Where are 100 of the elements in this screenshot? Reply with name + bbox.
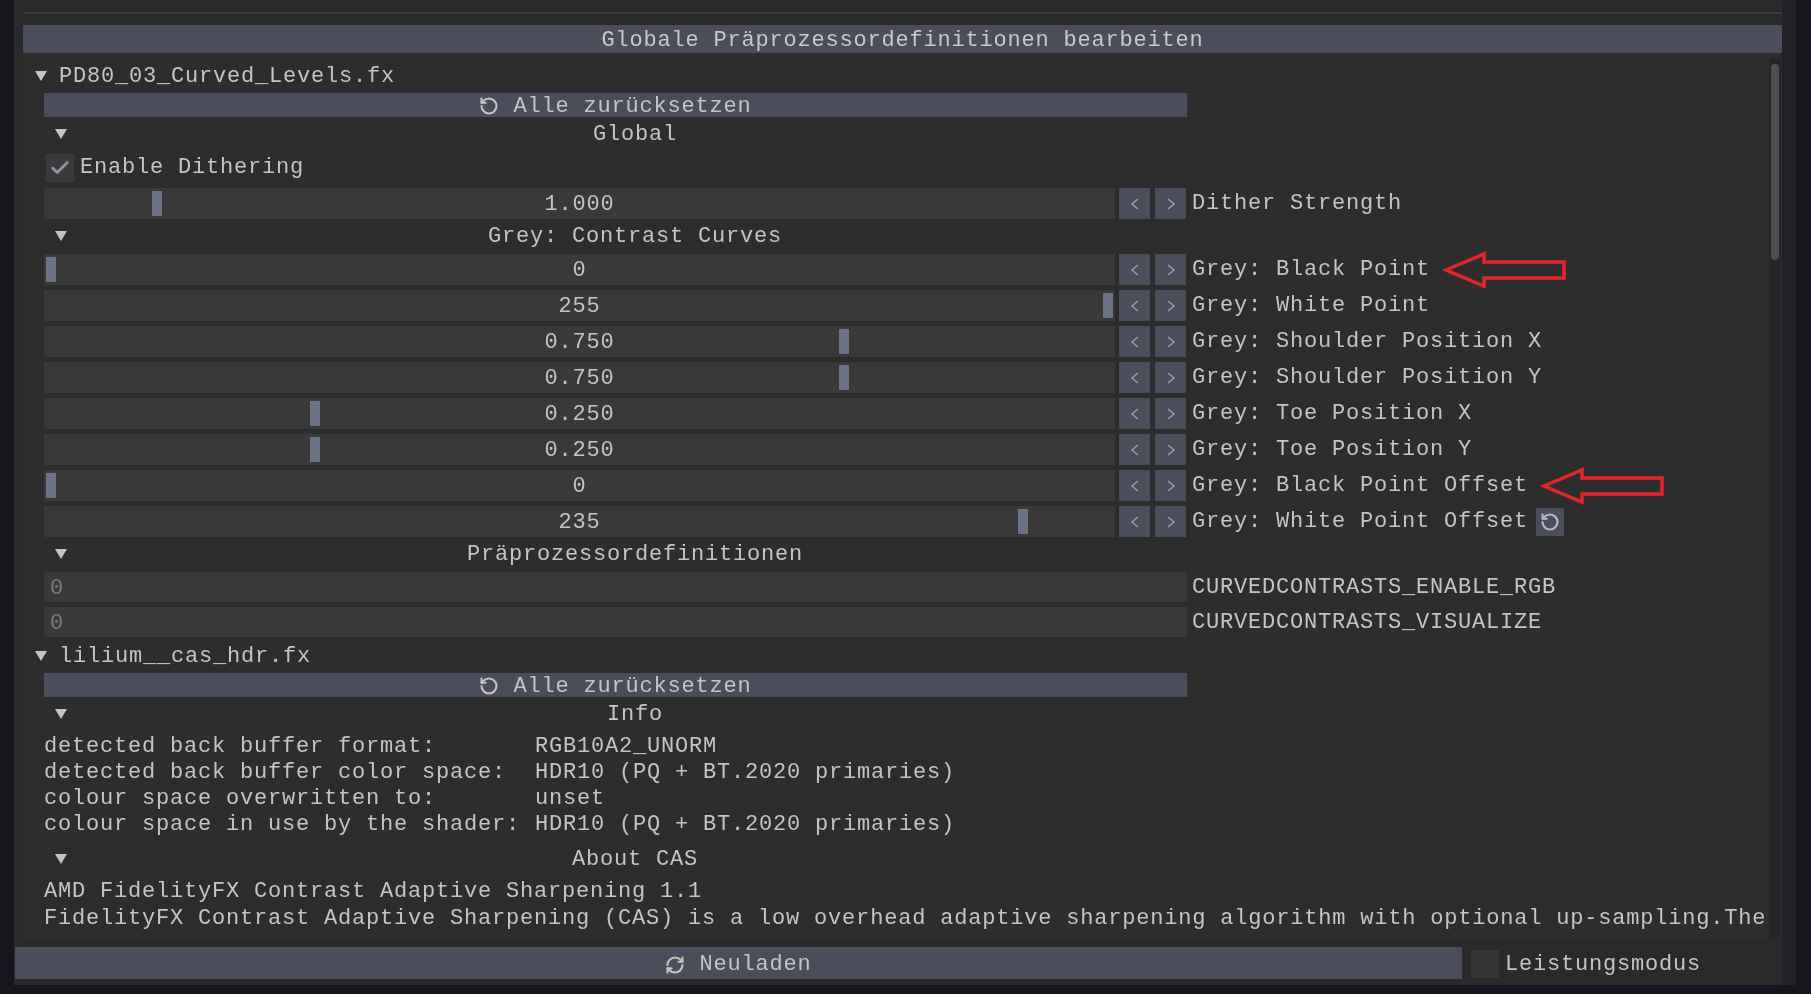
caret-icon[interactable] (55, 231, 67, 241)
section-title[interactable]: Global (593, 121, 677, 147)
reset-button[interactable] (1536, 507, 1565, 536)
chevron-left-icon (1128, 335, 1141, 348)
slider-thumb[interactable] (1018, 509, 1029, 534)
slider-thumb[interactable] (151, 191, 162, 216)
slider-thumb[interactable] (310, 401, 321, 426)
scrollbar-track[interactable] (1769, 58, 1781, 938)
decrease-button[interactable] (1119, 398, 1150, 429)
slider-track[interactable]: 0.250 (44, 398, 1115, 429)
slider-track[interactable]: 0.750 (44, 326, 1115, 357)
chevron-left-icon (1128, 515, 1141, 528)
slider-label: Grey: White Point Offset (1192, 509, 1529, 534)
slider-value: 235 (558, 509, 601, 535)
slider-value: 0 (572, 257, 587, 283)
caret-icon[interactable] (35, 651, 47, 661)
increase-button[interactable] (1155, 254, 1186, 285)
decrease-button[interactable] (1119, 326, 1150, 357)
increase-button[interactable] (1155, 470, 1186, 501)
section-title[interactable]: Info (607, 701, 663, 727)
chevron-left-icon (1128, 407, 1141, 420)
slider-label: Grey: Toe Position Y (1192, 437, 1473, 462)
slider-track[interactable]: 0.250 (44, 434, 1115, 465)
slider-label: Grey: Black Point (1192, 257, 1431, 282)
increase-button[interactable] (1155, 434, 1186, 465)
caret-icon[interactable] (35, 71, 47, 81)
decrease-button[interactable] (1119, 188, 1150, 219)
increase-button[interactable] (1155, 506, 1186, 537)
reset-all-button[interactable]: Alle zurücksetzen (44, 93, 1187, 117)
chevron-left-icon (1128, 371, 1141, 384)
chevron-left-icon (1128, 299, 1141, 312)
slider-value: 0 (572, 473, 587, 499)
reset-all-button[interactable]: Alle zurücksetzen (44, 673, 1187, 697)
checkbox[interactable] (46, 153, 74, 182)
info-value: HDR10 (PQ + BT.2020 primaries) (535, 759, 956, 785)
description-text: AMD FidelityFX Contrast Adaptive Sharpening 1.1 (44, 878, 703, 905)
decrease-button[interactable] (1119, 254, 1150, 285)
checkbox-label[interactable]: Leistungsmodus (1505, 951, 1702, 977)
decrease-button[interactable] (1119, 290, 1150, 321)
info-label: colour space in use by the shader: (44, 811, 522, 837)
slider-label: Dither Strength (1192, 191, 1403, 216)
caret-icon[interactable] (55, 549, 67, 559)
increase-button[interactable] (1155, 362, 1186, 393)
info-label: detected back buffer color space: (44, 759, 508, 785)
info-value: unset (535, 785, 605, 811)
info-label: colour space overwritten to: (44, 785, 438, 811)
file-name[interactable]: PD80_03_Curved_Levels.fx (59, 63, 396, 89)
slider-thumb[interactable] (46, 257, 56, 282)
slider-label: Grey: White Point (1192, 293, 1431, 318)
decrease-button[interactable] (1119, 506, 1150, 537)
slider-thumb[interactable] (46, 473, 56, 498)
slider-track[interactable]: 0.750 (44, 362, 1115, 393)
slider-track[interactable]: 235 (44, 506, 1115, 537)
section-title[interactable]: About CAS (572, 846, 698, 872)
slider-label: Grey: Shoulder Position X (1192, 329, 1543, 354)
increase-button[interactable] (1155, 398, 1186, 429)
increase-button[interactable] (1155, 290, 1186, 321)
chevron-left-icon (1128, 197, 1141, 210)
chevron-left-icon (1128, 479, 1141, 492)
slider-thumb[interactable] (838, 329, 849, 354)
decrease-button[interactable] (1119, 362, 1150, 393)
decrease-button[interactable] (1119, 470, 1150, 501)
info-value: HDR10 (PQ + BT.2020 primaries) (535, 811, 956, 837)
panel-title: Globale Präprozessordefinitionen bearbeiten (23, 25, 1782, 53)
caret-icon[interactable] (55, 854, 67, 864)
input-field[interactable]: 0 (44, 572, 1187, 602)
increase-button[interactable] (1155, 188, 1186, 219)
slider-value: 1.000 (544, 191, 615, 217)
slider-label: Grey: Shoulder Position Y (1192, 365, 1543, 390)
slider-track[interactable]: 0 (44, 470, 1115, 501)
slider-label: Grey: Toe Position X (1192, 401, 1473, 426)
caret-icon[interactable] (55, 129, 67, 139)
slider-value: 0.750 (544, 365, 615, 391)
section-title[interactable]: Grey: Contrast Curves (487, 223, 782, 249)
caret-icon[interactable] (55, 709, 67, 719)
define-name: CURVEDCONTRASTS_VISUALIZE (1192, 609, 1543, 635)
info-label: detected back buffer format: (44, 733, 438, 759)
increase-button[interactable] (1155, 326, 1186, 357)
slider-value: 0.250 (544, 437, 615, 463)
checkbox-label[interactable]: Enable Dithering (80, 155, 305, 180)
reload-button[interactable]: Neuladen (15, 947, 1462, 979)
info-value: RGB10A2_UNORM (535, 733, 718, 759)
file-name[interactable]: lilium__cas_hdr.fx (59, 643, 312, 669)
chevron-left-icon (1128, 443, 1141, 456)
description-text: FidelityFX Contrast Adaptive Sharpening (CAS) is a low overhead adaptive sharpening algorithm with optional up-sampling.The (44, 905, 1767, 932)
slider-track[interactable]: 1.000 (44, 188, 1115, 219)
section-title[interactable]: Präprozessordefinitionen (466, 541, 804, 567)
scrollbar-thumb[interactable] (1771, 64, 1779, 260)
slider-thumb[interactable] (310, 437, 321, 462)
slider-track[interactable]: 255 (44, 290, 1115, 321)
slider-thumb[interactable] (838, 365, 849, 390)
chevron-left-icon (1128, 263, 1141, 276)
define-name: CURVEDCONTRASTS_ENABLE_RGB (1192, 574, 1557, 600)
slider-track[interactable]: 0 (44, 254, 1115, 285)
input-field[interactable]: 0 (44, 607, 1187, 637)
slider-thumb[interactable] (1103, 293, 1113, 318)
decrease-button[interactable] (1119, 434, 1150, 465)
circular-arrow-icon (1540, 511, 1561, 532)
circular-arrow-icon (479, 676, 500, 696)
slider-value: 0.750 (544, 329, 615, 355)
